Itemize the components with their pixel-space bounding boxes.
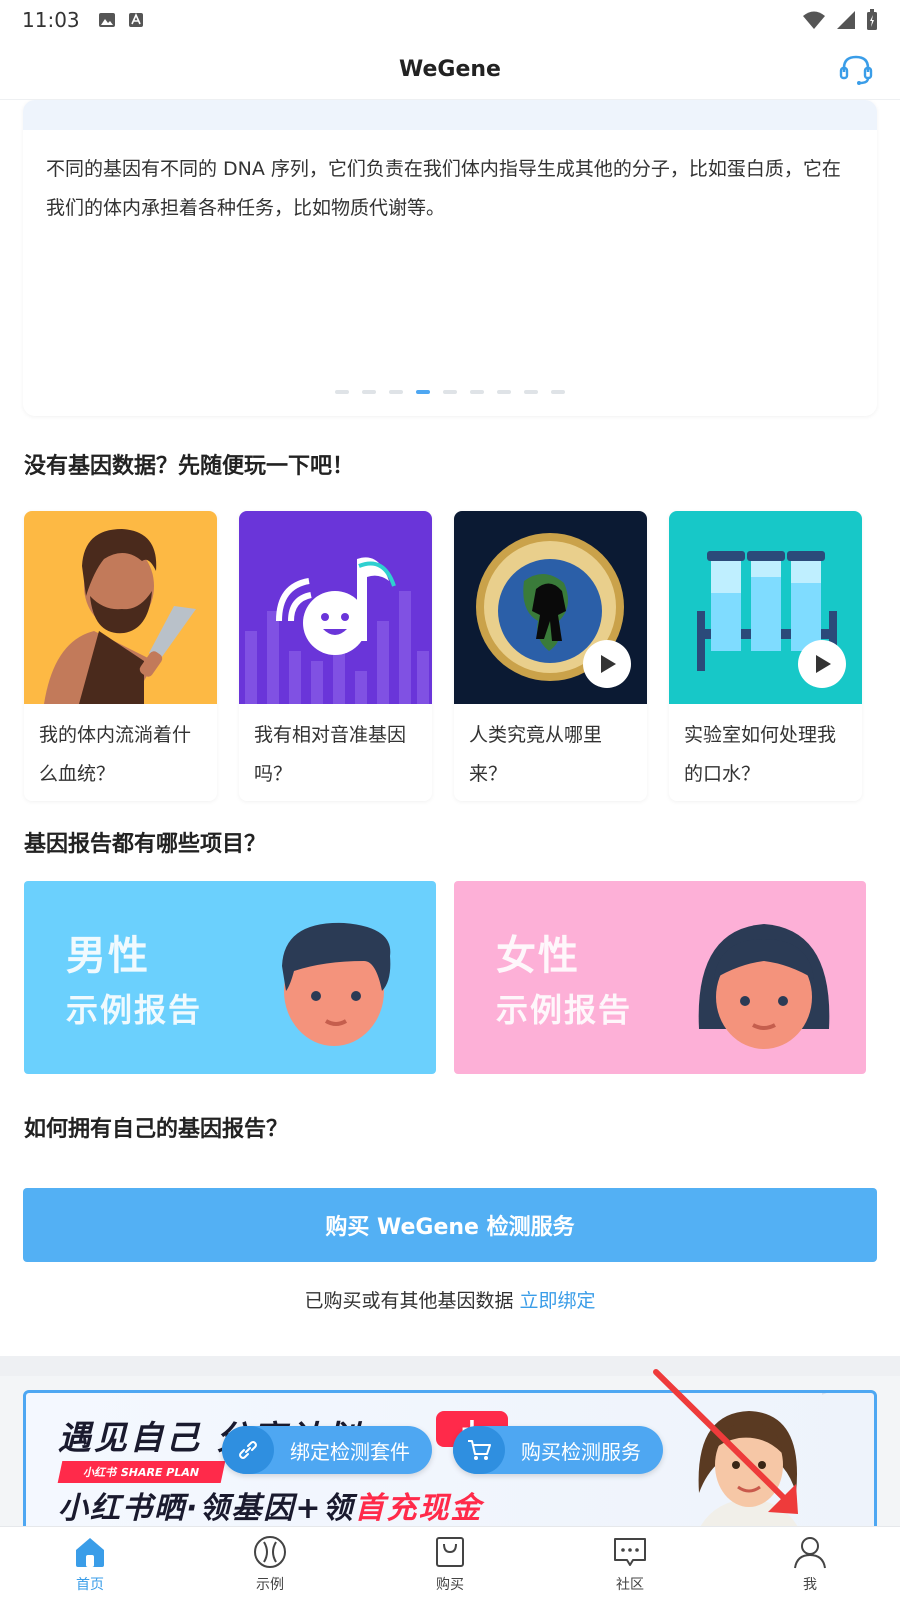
- app-title: WeGene: [399, 57, 501, 82]
- male-report-card[interactable]: 男性 示例报告: [24, 881, 436, 1074]
- banner-subtitle-prefix: 小红书晒: [58, 1491, 186, 1526]
- tab-label: 购买: [436, 1576, 464, 1593]
- banner-subtitle-highlight: 首充现金: [354, 1491, 483, 1526]
- buy-test-label: 购买检测服务: [521, 1439, 641, 1464]
- tab-sample[interactable]: 示例: [180, 1527, 360, 1600]
- tab-label: 我: [803, 1576, 817, 1593]
- female-report-subtitle: 示例报告: [496, 991, 633, 1029]
- play-icon: [601, 655, 616, 673]
- section-divider: [0, 1356, 900, 1376]
- gallery-notification-icon: [98, 13, 115, 27]
- play-section-title: 没有基因数据？先随便玩一下吧！: [24, 454, 355, 479]
- carousel-dot[interactable]: [524, 390, 538, 394]
- tab-home[interactable]: 首页: [0, 1527, 180, 1600]
- banner-subtitle: 小红书晒·领基因+领首充现金: [58, 1483, 483, 1526]
- link-icon: [222, 1426, 274, 1474]
- signal-icon: [837, 11, 855, 29]
- bind-prompt-text: 已购买或有其他基因数据: [304, 1290, 514, 1312]
- play-video-button[interactable]: [798, 640, 846, 688]
- shopping-bag-icon: [436, 1536, 464, 1567]
- carousel-dot[interactable]: [497, 390, 511, 394]
- lab-illustration: [669, 511, 862, 704]
- carousel-dot[interactable]: [389, 390, 403, 394]
- play-icon: [816, 655, 831, 673]
- tab-me[interactable]: 我: [720, 1527, 900, 1600]
- tab-community[interactable]: 社区: [540, 1527, 720, 1600]
- play-card-ancestry[interactable]: 我的体内流淌着什么血统？: [24, 511, 217, 801]
- play-card-caption: 实验室如何处理我的口水？: [684, 724, 837, 785]
- banner-side-text: SHA: [810, 1393, 866, 1399]
- headset-icon[interactable]: [838, 52, 874, 88]
- chat-icon: [614, 1537, 646, 1566]
- share-plan-banner[interactable]: 遇见自己 分享计划 + 小红书 SHARE PLAN 小红书晒·领基因+领首充现…: [23, 1390, 877, 1526]
- play-card-caption: 我有相对音准基因吗？: [254, 724, 407, 785]
- play-card-caption: 我的体内流淌着什么血统？: [39, 724, 192, 785]
- cart-icon: [453, 1426, 505, 1474]
- carousel-dot[interactable]: [443, 390, 457, 394]
- font-notification-icon: [128, 13, 143, 27]
- play-card-caption: 人类究竟从哪里来？: [469, 724, 603, 785]
- tab-label: 示例: [256, 1576, 284, 1593]
- tab-label: 社区: [616, 1576, 644, 1593]
- own-report-section-title: 如何拥有自己的基因报告？: [24, 1117, 289, 1142]
- bind-prompt: 已购买或有其他基因数据 立即绑定: [0, 1286, 900, 1313]
- article-header-strip: [23, 100, 877, 130]
- app-bar: WeGene: [0, 40, 900, 100]
- play-card-pitch[interactable]: 我有相对音准基因吗？: [239, 511, 432, 801]
- play-card-origin[interactable]: 人类究竟从哪里来？: [454, 511, 647, 801]
- carousel-dot[interactable]: [416, 390, 430, 394]
- banner-subtitle-mid: ·领基因+领: [186, 1491, 355, 1526]
- home-icon: [76, 1537, 104, 1567]
- male-avatar: [282, 922, 391, 1046]
- report-section-title: 基因报告都有哪些项目？: [24, 832, 267, 857]
- play-cards: 我的体内流淌着什么血统？ 我有相对音准基因吗？ 人类究竟从哪里来？ 实验室如何处…: [24, 511, 900, 801]
- banner-woman-illustration: [698, 1411, 798, 1526]
- status-bar: 11:03: [0, 0, 900, 40]
- buy-service-button[interactable]: 购买 WeGene 检测服务: [23, 1188, 877, 1262]
- female-report-title: 女性: [496, 933, 580, 979]
- play-video-button[interactable]: [583, 640, 631, 688]
- banner-tag: 小红书 SHARE PLAN: [57, 1461, 226, 1483]
- tab-buy[interactable]: 购买: [360, 1527, 540, 1600]
- carousel-dot[interactable]: [362, 390, 376, 394]
- tab-label: 首页: [76, 1576, 104, 1593]
- bind-kit-label: 绑定检测套件: [290, 1439, 410, 1464]
- origin-illustration: [454, 511, 647, 704]
- bind-now-link[interactable]: 立即绑定: [520, 1290, 596, 1312]
- male-report-title: 男性: [66, 933, 150, 979]
- person-icon: [794, 1536, 826, 1568]
- status-time: 11:03: [22, 8, 80, 32]
- carousel-dot[interactable]: [551, 390, 565, 394]
- wifi-icon: [803, 11, 825, 29]
- bottom-tab-bar: 首页 示例 购买 社区 我: [0, 1526, 900, 1600]
- play-card-lab[interactable]: 实验室如何处理我的口水？: [669, 511, 862, 801]
- bind-kit-button[interactable]: 绑定检测套件: [222, 1426, 432, 1474]
- carousel-indicator: [23, 390, 877, 394]
- battery-icon: [867, 9, 877, 30]
- buy-test-button[interactable]: 购买检测服务: [453, 1426, 663, 1474]
- female-avatar: [698, 924, 830, 1049]
- ancestry-illustration: [24, 511, 217, 704]
- female-report-card[interactable]: 女性 示例报告: [454, 881, 866, 1074]
- article-text: 不同的基因有不同的 DNA 序列，它们负责在我们体内指导生成其他的分子，比如蛋白…: [46, 158, 841, 219]
- report-cards: 男性 示例报告 女性 示例报告: [24, 881, 884, 1074]
- pitch-illustration: [239, 511, 432, 704]
- carousel-dot[interactable]: [335, 390, 349, 394]
- sample-icon: [254, 1535, 286, 1568]
- carousel-dot[interactable]: [470, 390, 484, 394]
- male-report-subtitle: 示例报告: [66, 991, 203, 1029]
- article-carousel[interactable]: 不同的基因有不同的 DNA 序列，它们负责在我们体内指导生成其他的分子，比如蛋白…: [23, 100, 877, 416]
- home-scroll[interactable]: 不同的基因有不同的 DNA 序列，它们负责在我们体内指导生成其他的分子，比如蛋白…: [0, 100, 900, 1526]
